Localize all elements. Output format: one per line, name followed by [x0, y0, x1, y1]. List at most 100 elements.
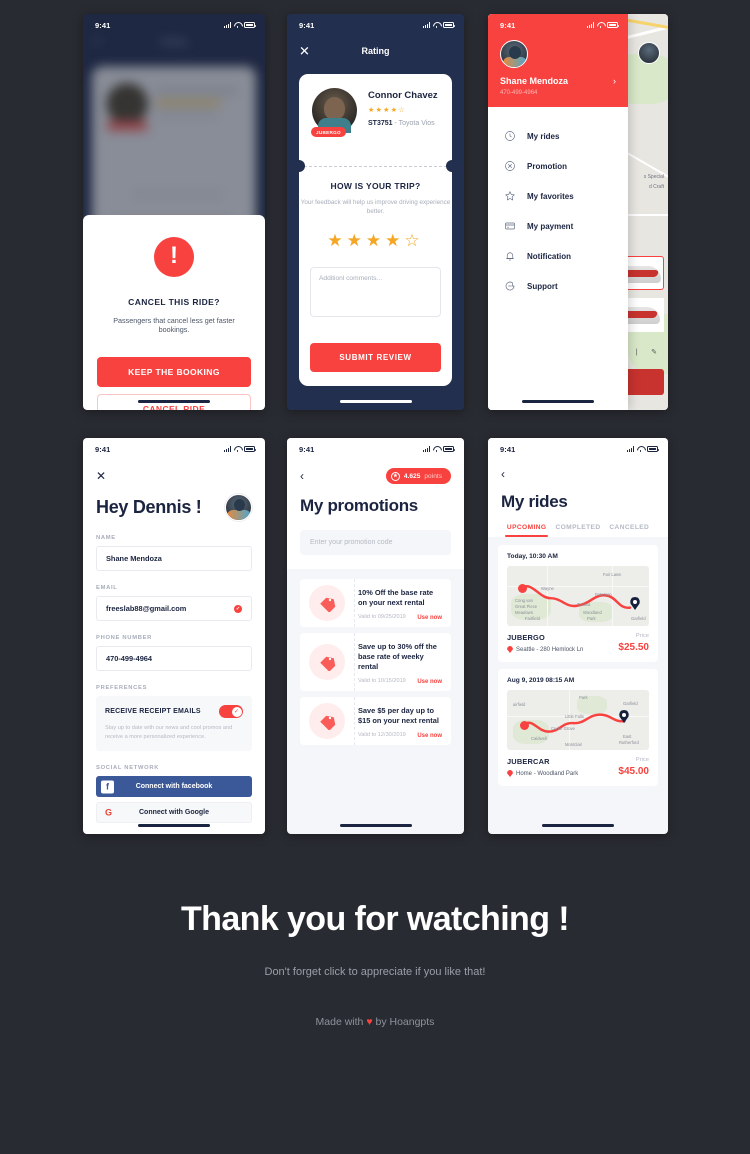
home-indicator	[138, 399, 210, 403]
ride-card[interactable]: Today, 10:30 AM Fair Lawn Paterson Wayne…	[498, 545, 658, 662]
wifi-icon	[433, 446, 440, 452]
menu-label: Promotion	[527, 161, 567, 171]
driver-plate: ST3751	[368, 120, 393, 127]
greeting-title: Hey Dennis !	[96, 497, 202, 517]
status-bar: 9:41	[287, 14, 464, 36]
star-rating-input[interactable]: ★★★★☆	[299, 231, 452, 251]
cancel-ride-dialog: ! CANCEL THIS RIDE? Passengers that canc…	[83, 215, 265, 410]
facebook-label: Connect with facebook	[135, 783, 213, 791]
menu-item-notification[interactable]: Notification	[488, 241, 628, 271]
cellular-icon	[223, 22, 231, 28]
promo-code-input[interactable]: Enter your promotion code	[300, 530, 451, 555]
tab-upcoming[interactable]: UPCOMING	[501, 524, 552, 537]
credits-prefix: Made with	[315, 1016, 367, 1028]
ticket-notch-right	[446, 160, 458, 172]
promo-icon-wrap	[300, 579, 354, 627]
driver-rating-stars: ★★★★☆	[368, 107, 406, 114]
home-indicator	[522, 399, 594, 403]
menu-item-my-rides[interactable]: My rides	[488, 121, 628, 151]
use-now-link[interactable]: Use now	[417, 733, 442, 739]
status-bar: 9:41	[83, 14, 265, 36]
ticket-notch-left	[293, 160, 305, 172]
rating-ticket-card: JUBERGO Connor Chavez ★★★★☆ ST3751 - Toy…	[293, 74, 458, 386]
points-value: 4.625	[403, 472, 421, 480]
footer: Thank you for watching ! Don't forget cl…	[0, 900, 750, 1028]
avatar[interactable]	[225, 494, 252, 521]
wifi-icon	[597, 22, 604, 28]
menu-item-promotion[interactable]: Promotion	[488, 151, 628, 181]
location-pin-icon	[507, 770, 513, 777]
name-field[interactable]: Shane Mendoza	[96, 546, 252, 571]
status-time: 9:41	[500, 444, 516, 454]
list-item[interactable]: Save $5 per day up to $15 on your next r…	[300, 696, 451, 745]
field-label-email: EMAIL	[96, 585, 118, 591]
phone-field[interactable]: 470-499-4964	[96, 646, 252, 671]
points-badge[interactable]: ★ 4.625 points	[385, 468, 451, 484]
name-value: Shane Mendoza	[106, 554, 162, 563]
map-avatar-icon[interactable]	[638, 42, 660, 64]
credits-suffix: by Hoangpts	[372, 1016, 435, 1028]
list-item[interactable]: Save up to 30% off the base rate of week…	[300, 632, 451, 691]
battery-icon	[443, 22, 456, 28]
chevron-left-icon[interactable]: ‹	[488, 460, 668, 480]
keep-booking-button[interactable]: KEEP THE BOOKING	[97, 357, 251, 387]
status-icons	[223, 446, 257, 452]
ride-location-text: Home - Woodland Park	[516, 770, 579, 777]
page-title: Rating	[361, 46, 390, 56]
home-indicator	[138, 823, 210, 827]
menu-item-support[interactable]: Support	[488, 271, 628, 301]
email-field[interactable]: freeslab88@gmail.com ✓	[96, 596, 252, 621]
menu-item-my-payment[interactable]: My payment	[488, 211, 628, 241]
verified-check-icon: ✓	[234, 604, 242, 613]
price-label: Price	[635, 757, 649, 763]
trip-question-sub: Your feedback will help us improve drivi…	[300, 199, 451, 216]
ride-price: $45.00	[618, 766, 649, 777]
ride-date: Aug 9, 2019 08:15 AM	[507, 677, 575, 684]
list-item[interactable]: 10% Off the base rate on your next renta…	[300, 579, 451, 627]
submit-review-button[interactable]: SUBMIT REVIEW	[310, 343, 441, 372]
driver-name: Connor Chavez	[368, 90, 438, 101]
driver-car-model: - Toyota Vios	[392, 120, 435, 127]
route-end-pin	[619, 710, 629, 723]
cellular-icon	[422, 22, 430, 28]
close-icon[interactable]: ✕	[299, 45, 310, 58]
menu-item-my-favorites[interactable]: My favorites	[488, 181, 628, 211]
wifi-icon	[234, 22, 241, 28]
tab-completed[interactable]: COMPLETED	[552, 524, 603, 537]
driver-avatar: JUBERGO	[311, 88, 357, 137]
comment-input[interactable]: Additionl comments...	[310, 266, 441, 317]
ride-route-map[interactable]: Fair Lawn Paterson Wayne Totowa Woodland…	[507, 566, 649, 626]
drawer-user-name: Shane Mendoza	[500, 76, 569, 86]
profile-header: Hey Dennis !	[83, 482, 265, 521]
avatar[interactable]	[500, 40, 528, 68]
connect-google-button[interactable]: G Connect with Google	[96, 802, 252, 824]
promo-icon-wrap	[300, 632, 354, 691]
discount-tag-icon	[309, 584, 345, 621]
ride-location: Seattle - 280 Hemlock Ln	[507, 646, 583, 653]
preference-description: Stay up to date with our news and cool p…	[105, 725, 233, 740]
use-now-link[interactable]: Use now	[417, 679, 442, 685]
tab-canceled[interactable]: CANCELED	[604, 524, 655, 537]
connect-facebook-button[interactable]: f Connect with facebook	[96, 776, 252, 798]
home-indicator	[339, 823, 412, 827]
chevron-left-icon[interactable]: ‹	[300, 470, 304, 482]
ride-card[interactable]: Aug 9, 2019 08:15 AM Park Garfield Littl…	[498, 669, 658, 786]
discount-tag-icon	[309, 702, 345, 739]
drawer-header[interactable]: 9:41 Shane Mendoza 470-499-4964 ›	[488, 14, 628, 107]
ride-route-map[interactable]: Park Garfield Little Falls Cedar Grove C…	[507, 690, 649, 750]
phone-promotions: 9:41 ‹ ★ 4.625 points My promotions Ente…	[287, 438, 464, 834]
preference-card: RECEIVE RECEIPT EMAILS ✓ Stay up to date…	[96, 696, 252, 752]
home-indicator	[542, 823, 614, 827]
status-time: 9:41	[299, 20, 315, 30]
receipt-emails-toggle[interactable]: ✓	[219, 705, 243, 718]
battery-icon	[443, 446, 456, 452]
page-title: My promotions	[300, 496, 418, 515]
wifi-icon	[637, 446, 644, 452]
use-now-link[interactable]: Use now	[417, 615, 442, 621]
promo-icon-wrap	[300, 696, 354, 745]
email-value: freeslab88@gmail.com	[106, 604, 187, 613]
promotions-list: 10% Off the base rate on your next renta…	[287, 569, 464, 745]
chevron-right-icon[interactable]: ›	[613, 76, 616, 86]
close-icon[interactable]: ✕	[96, 470, 265, 482]
rides-tabs: UPCOMING COMPLETED CANCELED	[488, 524, 668, 537]
